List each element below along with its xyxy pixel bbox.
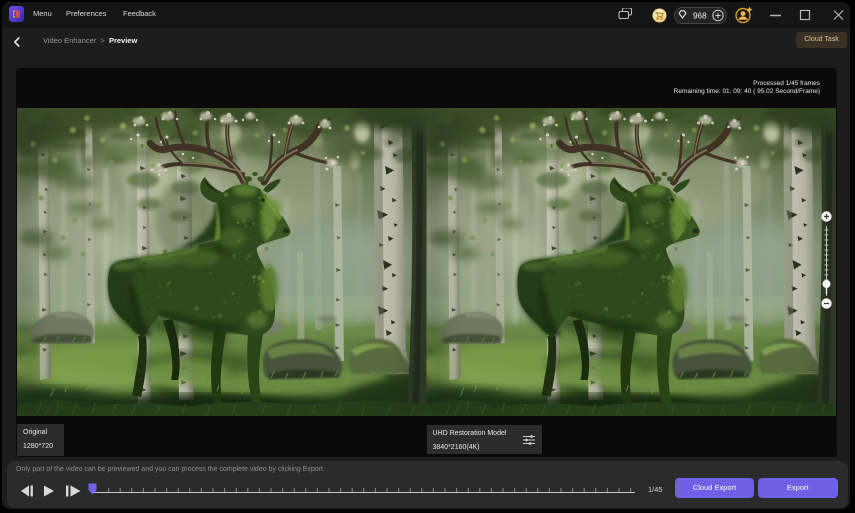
svg-text:968: 968	[693, 11, 707, 20]
